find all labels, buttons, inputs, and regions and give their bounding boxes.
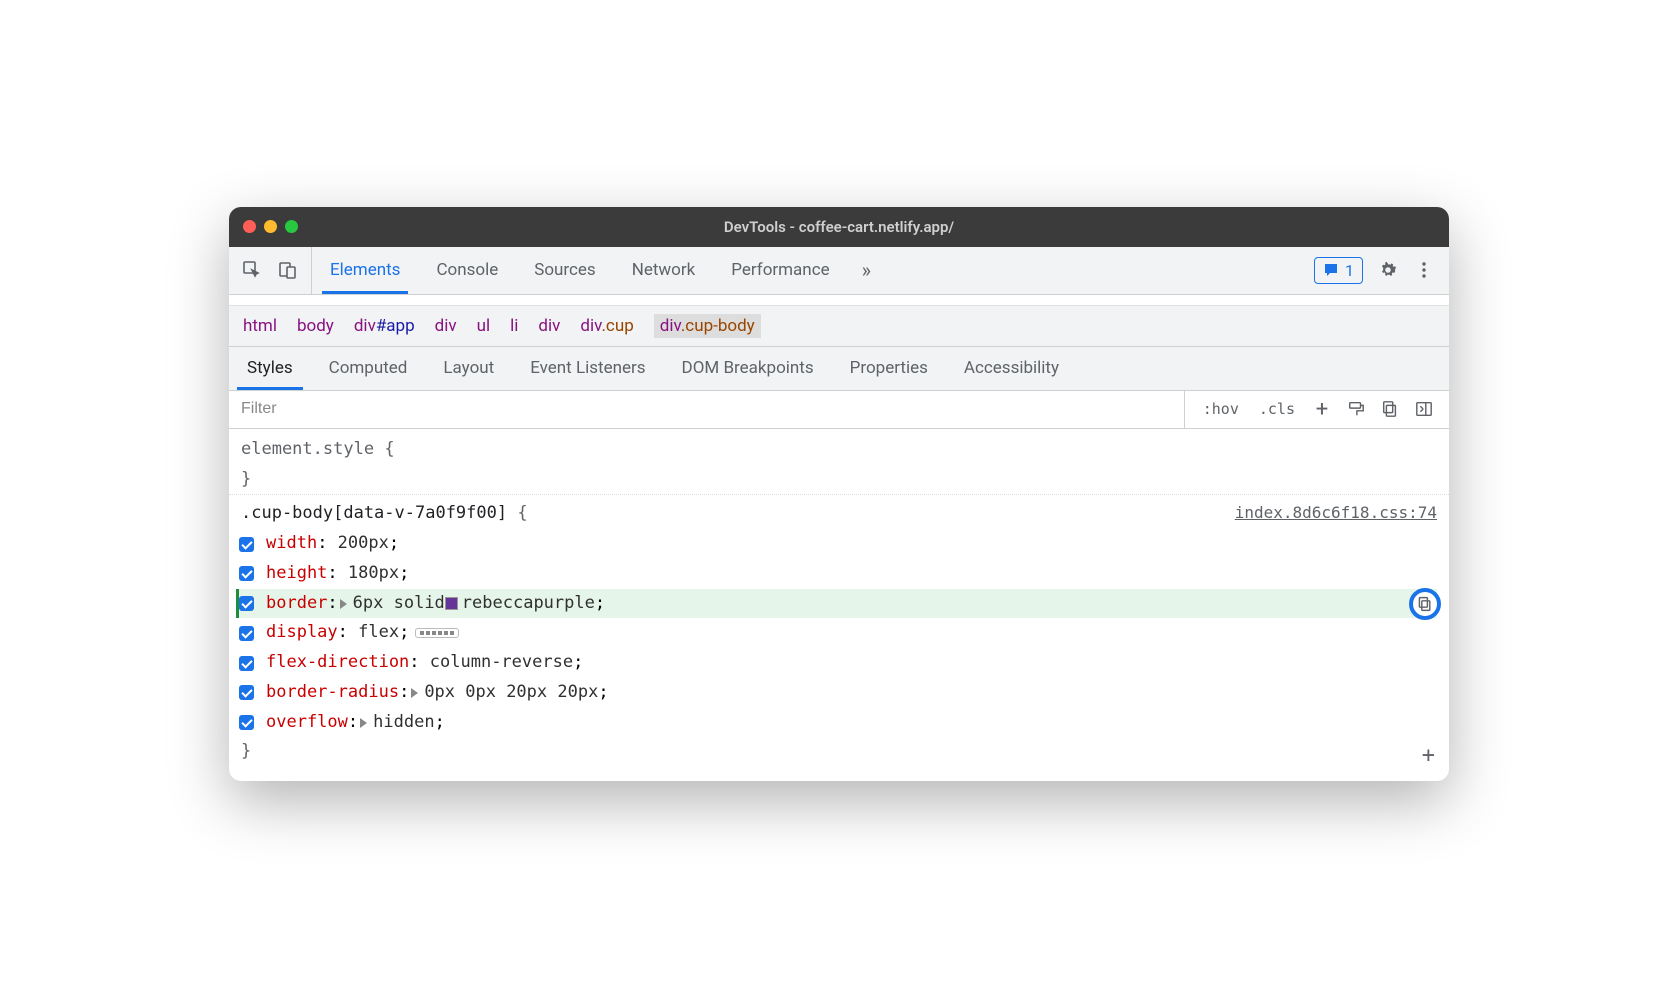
filter-row: :hov .cls +	[229, 391, 1449, 429]
window-title: DevTools - coffee-cart.netlify.app/	[724, 218, 954, 236]
closing-brace: }	[241, 465, 1437, 495]
prop-toggle[interactable]	[239, 626, 254, 641]
titlebar: DevTools - coffee-cart.netlify.app/	[229, 207, 1449, 247]
prop-flex-direction[interactable]: flex-direction: column-reverse;	[239, 648, 1437, 678]
subtab-properties[interactable]: Properties	[832, 347, 946, 390]
subtab-accessibility[interactable]: Accessibility	[946, 347, 1077, 390]
flex-badge-icon[interactable]	[415, 628, 459, 638]
closing-brace: }	[241, 737, 1437, 767]
source-link[interactable]: index.8d6c6f18.css:74	[1235, 499, 1437, 527]
add-declaration-icon[interactable]: +	[1422, 737, 1435, 776]
expand-icon[interactable]	[411, 688, 418, 698]
subtab-dom-breakpoints[interactable]: DOM Breakpoints	[664, 347, 832, 390]
dom-tree-peek	[229, 295, 1449, 306]
filter-actions: :hov .cls +	[1184, 391, 1449, 428]
filter-input[interactable]	[229, 391, 1184, 428]
crumb-body[interactable]: body	[297, 316, 334, 336]
crumb-div-app[interactable]: div#app	[354, 316, 415, 336]
element-style-rule[interactable]: element.style { }	[229, 435, 1449, 496]
issues-badge[interactable]: 1	[1314, 257, 1363, 284]
tab-elements[interactable]: Elements	[312, 247, 418, 294]
selector-element-style: element.style	[241, 439, 374, 459]
settings-icon[interactable]	[1377, 259, 1399, 281]
more-tabs-icon[interactable]: »	[848, 258, 885, 282]
paint-icon[interactable]	[1345, 398, 1367, 420]
crumb-ul[interactable]: ul	[477, 316, 491, 336]
issues-count: 1	[1345, 261, 1354, 280]
expand-icon[interactable]	[360, 718, 367, 728]
styles-pane: element.style { } .cup-body[data-v-7a0f9…	[229, 429, 1449, 781]
main-tabs: Elements Console Sources Network Perform…	[312, 247, 1300, 294]
tab-performance[interactable]: Performance	[713, 247, 847, 294]
inspect-icon[interactable]	[241, 259, 263, 281]
prop-height[interactable]: height: 180px;	[239, 559, 1437, 589]
breadcrumb: html body div#app div ul li div div.cup …	[229, 306, 1449, 347]
subtab-layout[interactable]: Layout	[425, 347, 512, 390]
prop-width[interactable]: width: 200px;	[239, 529, 1437, 559]
expand-icon[interactable]	[340, 599, 347, 609]
tab-sources[interactable]: Sources	[516, 247, 613, 294]
crumb-div-2[interactable]: div	[538, 316, 560, 336]
color-swatch[interactable]	[445, 597, 458, 610]
subtabs: Styles Computed Layout Event Listeners D…	[229, 347, 1449, 391]
crumb-div[interactable]: div	[435, 316, 457, 336]
maximize-window[interactable]	[285, 220, 298, 233]
cls-toggle[interactable]: .cls	[1251, 396, 1303, 422]
kebab-menu-icon[interactable]	[1413, 259, 1435, 281]
prop-toggle[interactable]	[239, 656, 254, 671]
prop-toggle[interactable]	[239, 566, 254, 581]
subtab-styles[interactable]: Styles	[229, 347, 311, 390]
device-toggle-icon[interactable]	[277, 259, 299, 281]
hov-toggle[interactable]: :hov	[1195, 396, 1247, 422]
selector-cup-body[interactable]: .cup-body[data-v-7a0f9f00]	[241, 503, 507, 523]
prop-display[interactable]: display: flex;	[239, 618, 1437, 648]
crumb-div-cup[interactable]: div.cup	[580, 316, 633, 336]
new-style-rule-icon[interactable]: +	[1311, 398, 1333, 420]
prop-toggle[interactable]	[239, 715, 254, 730]
copy-icon[interactable]	[1379, 398, 1401, 420]
toolbar-right: 1	[1300, 257, 1449, 284]
prop-toggle[interactable]	[239, 596, 254, 611]
prop-toggle[interactable]	[239, 685, 254, 700]
crumb-div-cup-body[interactable]: div.cup-body	[654, 314, 761, 338]
cup-body-rule[interactable]: .cup-body[data-v-7a0f9f00] { index.8d6c6…	[229, 499, 1449, 767]
toolbar-left	[229, 247, 312, 294]
traffic-lights	[243, 220, 298, 233]
crumb-html[interactable]: html	[243, 316, 277, 336]
main-toolbar: Elements Console Sources Network Perform…	[229, 247, 1449, 295]
tab-network[interactable]: Network	[614, 247, 714, 294]
crumb-li[interactable]: li	[510, 316, 518, 336]
panel-toggle-icon[interactable]	[1413, 398, 1435, 420]
tab-console[interactable]: Console	[418, 247, 516, 294]
subtab-event-listeners[interactable]: Event Listeners	[512, 347, 663, 390]
prop-border[interactable]: border: 6px solid rebeccapurple;	[236, 589, 1437, 619]
prop-border-radius[interactable]: border-radius: 0px 0px 20px 20px;	[239, 678, 1437, 708]
subtab-computed[interactable]: Computed	[311, 347, 426, 390]
prop-toggle[interactable]	[239, 537, 254, 552]
close-window[interactable]	[243, 220, 256, 233]
minimize-window[interactable]	[264, 220, 277, 233]
devtools-window: DevTools - coffee-cart.netlify.app/ Elem…	[229, 207, 1449, 781]
copy-declaration-highlight[interactable]	[1409, 588, 1441, 620]
prop-overflow[interactable]: overflow: hidden;	[239, 708, 1437, 738]
